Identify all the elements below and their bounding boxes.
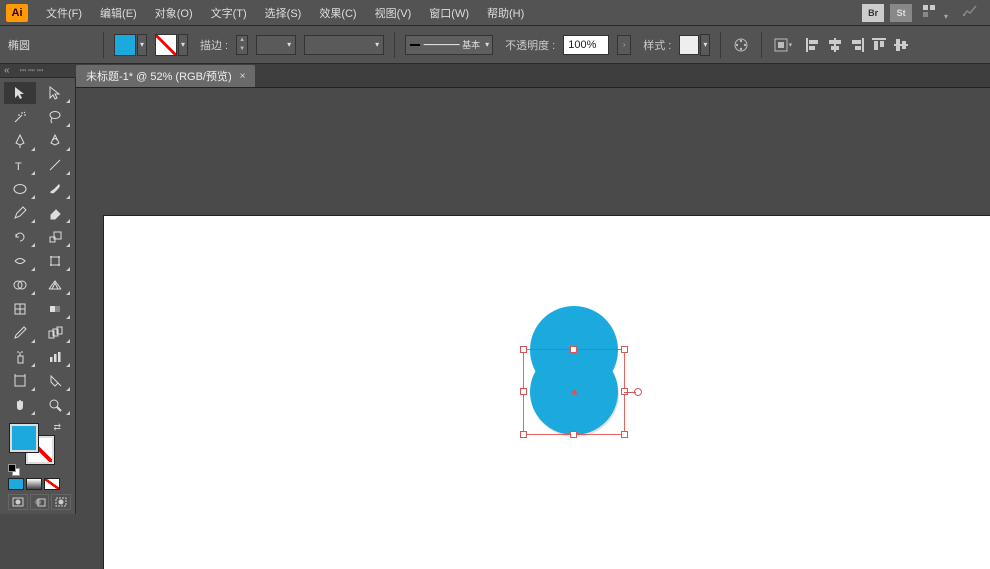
free-transform-tool[interactable] bbox=[40, 250, 72, 272]
handle-top-right[interactable] bbox=[621, 346, 628, 353]
color-picker[interactable]: ⇄ bbox=[4, 422, 71, 466]
menu-edit[interactable]: 编辑(E) bbox=[92, 2, 145, 24]
rotate-tool[interactable] bbox=[4, 226, 36, 248]
gradient-tool[interactable] bbox=[40, 298, 72, 320]
color-mode-solid[interactable] bbox=[8, 478, 24, 490]
document-tab-title: 未标题-1* @ 52% (RGB/预览) bbox=[86, 68, 232, 84]
stroke-width-profile[interactable]: ▾ bbox=[304, 35, 384, 55]
handle-bottom-right[interactable] bbox=[621, 431, 628, 438]
draw-normal-icon[interactable] bbox=[8, 494, 28, 510]
stroke-weight-input[interactable]: ▾ bbox=[256, 35, 296, 55]
eraser-tool[interactable] bbox=[40, 202, 72, 224]
svg-text:T: T bbox=[15, 161, 22, 173]
direct-selection-tool[interactable] bbox=[40, 82, 72, 104]
zoom-tool[interactable] bbox=[40, 394, 72, 416]
menu-help[interactable]: 帮助(H) bbox=[479, 2, 532, 24]
handle-left[interactable] bbox=[520, 388, 527, 395]
align-right-icon[interactable] bbox=[848, 36, 866, 54]
opacity-next[interactable]: › bbox=[617, 35, 631, 55]
sync-icon[interactable] bbox=[962, 3, 978, 22]
graphic-style[interactable]: ▾ bbox=[679, 34, 710, 56]
selection-tool[interactable] bbox=[4, 82, 36, 104]
align-left-icon[interactable] bbox=[804, 36, 822, 54]
stroke-swatch[interactable]: ▾ bbox=[155, 34, 188, 56]
ellipse-tool[interactable] bbox=[4, 178, 36, 200]
pencil-tool[interactable] bbox=[4, 202, 36, 224]
stroke-weight-spinner[interactable]: ▲▼ bbox=[236, 35, 248, 55]
mesh-tool[interactable] bbox=[4, 298, 36, 320]
options-bar: 椭圆 ▾ ▾ 描边 : ▲▼ ▾ ▾ ━━━━ 基本▾ 不透明度 : 100% … bbox=[0, 26, 990, 64]
menu-effect[interactable]: 效果(C) bbox=[311, 2, 364, 24]
slice-tool[interactable] bbox=[40, 370, 72, 392]
stroke-label: 描边 : bbox=[200, 37, 228, 53]
graph-tool[interactable] bbox=[40, 346, 72, 368]
menu-select[interactable]: 选择(S) bbox=[257, 2, 310, 24]
line-tool[interactable] bbox=[40, 154, 72, 176]
swap-colors-icon[interactable]: ⇄ bbox=[53, 422, 61, 433]
draw-behind-icon[interactable] bbox=[30, 494, 50, 510]
perspective-grid-tool[interactable] bbox=[40, 274, 72, 296]
shape-builder-tool[interactable] bbox=[4, 274, 36, 296]
menu-text[interactable]: 文字(T) bbox=[203, 2, 255, 24]
default-colors-icon[interactable] bbox=[8, 464, 20, 476]
menu-window[interactable]: 窗口(W) bbox=[421, 2, 477, 24]
workspace-switcher[interactable]: ▾ bbox=[922, 3, 948, 22]
color-mode-none[interactable] bbox=[44, 478, 60, 490]
align-vcenter-icon[interactable] bbox=[892, 36, 910, 54]
brush-definition[interactable]: ━━━━ 基本▾ bbox=[405, 35, 493, 55]
artboard-tool[interactable] bbox=[4, 370, 36, 392]
type-tool[interactable]: T bbox=[4, 154, 36, 176]
align-artboard-icon[interactable]: ▾ bbox=[772, 35, 792, 55]
handle-bottom-left[interactable] bbox=[520, 431, 527, 438]
lasso-tool[interactable] bbox=[40, 106, 72, 128]
align-buttons bbox=[804, 36, 910, 54]
menu-view[interactable]: 视图(V) bbox=[367, 2, 420, 24]
canvas-area[interactable] bbox=[76, 88, 990, 569]
fill-color-chip[interactable] bbox=[10, 424, 38, 452]
bridge-button[interactable]: Br bbox=[862, 4, 884, 22]
fill-swatch[interactable]: ▾ bbox=[114, 34, 147, 56]
blend-tool[interactable] bbox=[40, 322, 72, 344]
handle-top[interactable] bbox=[570, 346, 577, 353]
menu-file[interactable]: 文件(F) bbox=[38, 2, 90, 24]
align-hcenter-icon[interactable] bbox=[826, 36, 844, 54]
toolbox-collapse[interactable]: «┉┉┉ bbox=[0, 64, 76, 78]
width-tool[interactable] bbox=[4, 250, 36, 272]
magic-wand-tool[interactable] bbox=[4, 106, 36, 128]
menu-object[interactable]: 对象(O) bbox=[147, 2, 201, 24]
selection-bounds[interactable] bbox=[523, 349, 625, 435]
curvature-tool[interactable] bbox=[40, 130, 72, 152]
symbol-sprayer-tool[interactable] bbox=[4, 346, 36, 368]
menu-bar: Ai 文件(F) 编辑(E) 对象(O) 文字(T) 选择(S) 效果(C) 视… bbox=[0, 0, 990, 26]
stock-button[interactable]: St bbox=[890, 4, 912, 22]
toolbox: T ⇄ bbox=[0, 78, 76, 514]
align-top-icon[interactable] bbox=[870, 36, 888, 54]
recolor-icon[interactable] bbox=[731, 35, 751, 55]
opacity-input[interactable]: 100% bbox=[563, 35, 609, 55]
handle-top-left[interactable] bbox=[520, 346, 527, 353]
hand-tool[interactable] bbox=[4, 394, 36, 416]
style-label: 样式 : bbox=[643, 37, 671, 53]
color-mode-gradient[interactable] bbox=[26, 478, 42, 490]
eyedropper-tool[interactable] bbox=[4, 322, 36, 344]
pen-tool[interactable] bbox=[4, 130, 36, 152]
selection-center-icon bbox=[572, 390, 577, 395]
draw-inside-icon[interactable] bbox=[51, 494, 71, 510]
scale-tool[interactable] bbox=[40, 226, 72, 248]
rotation-handle[interactable] bbox=[634, 388, 642, 396]
app-logo: Ai bbox=[6, 4, 28, 22]
document-tab-bar: 未标题-1* @ 52% (RGB/预览) × bbox=[0, 64, 990, 88]
active-tool-name: 椭圆 bbox=[8, 37, 93, 53]
handle-bottom[interactable] bbox=[570, 431, 577, 438]
paintbrush-tool[interactable] bbox=[40, 178, 72, 200]
artboard[interactable] bbox=[104, 216, 990, 569]
close-tab-icon[interactable]: × bbox=[240, 71, 246, 82]
document-tab[interactable]: 未标题-1* @ 52% (RGB/预览) × bbox=[76, 65, 255, 87]
opacity-label: 不透明度 : bbox=[505, 37, 555, 53]
